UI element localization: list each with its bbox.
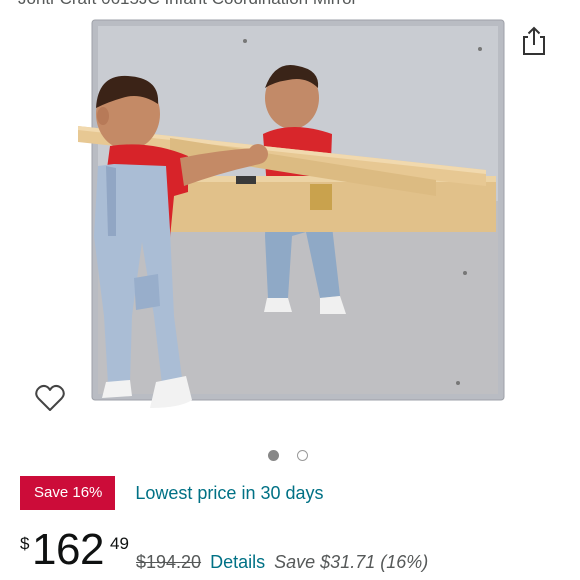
heart-outline-icon — [35, 384, 65, 411]
product-title-text: Jonti-Craft 0615JC Infant Coordination M… — [18, 0, 357, 8]
pagination-dot[interactable] — [297, 450, 308, 461]
screw — [463, 271, 467, 275]
image-pagination — [268, 450, 308, 461]
pagination-dot-active[interactable] — [268, 450, 279, 461]
price-fraction: 49 — [110, 534, 129, 553]
details-link[interactable]: Details — [210, 552, 265, 572]
share-icon — [523, 26, 545, 55]
product-title: Jonti-Craft 0615JC Infant Coordination M… — [18, 0, 538, 9]
deal-row: Save 16% Lowest price in 30 days — [20, 476, 324, 510]
price-extra: $194.20 Details Save $31.71 (16%) — [136, 552, 428, 573]
price-currency: $ — [20, 534, 30, 553]
lowest-price-label: Lowest price in 30 days — [135, 482, 324, 503]
product-image[interactable] — [70, 16, 510, 426]
share-button[interactable] — [518, 24, 550, 58]
price-block: $ 162 49 $194.20 Details Save $31.71 (16… — [20, 526, 580, 576]
baby-hand — [248, 144, 268, 164]
screw — [456, 381, 460, 385]
screw — [243, 39, 247, 43]
wishlist-button[interactable] — [32, 380, 68, 416]
savings-badge: Save 16% — [20, 476, 116, 510]
savings-amount: Save $31.71 (16%) — [274, 552, 429, 572]
list-price: $194.20 — [136, 552, 202, 572]
price-whole: 162 — [32, 525, 104, 574]
screw — [478, 47, 482, 51]
